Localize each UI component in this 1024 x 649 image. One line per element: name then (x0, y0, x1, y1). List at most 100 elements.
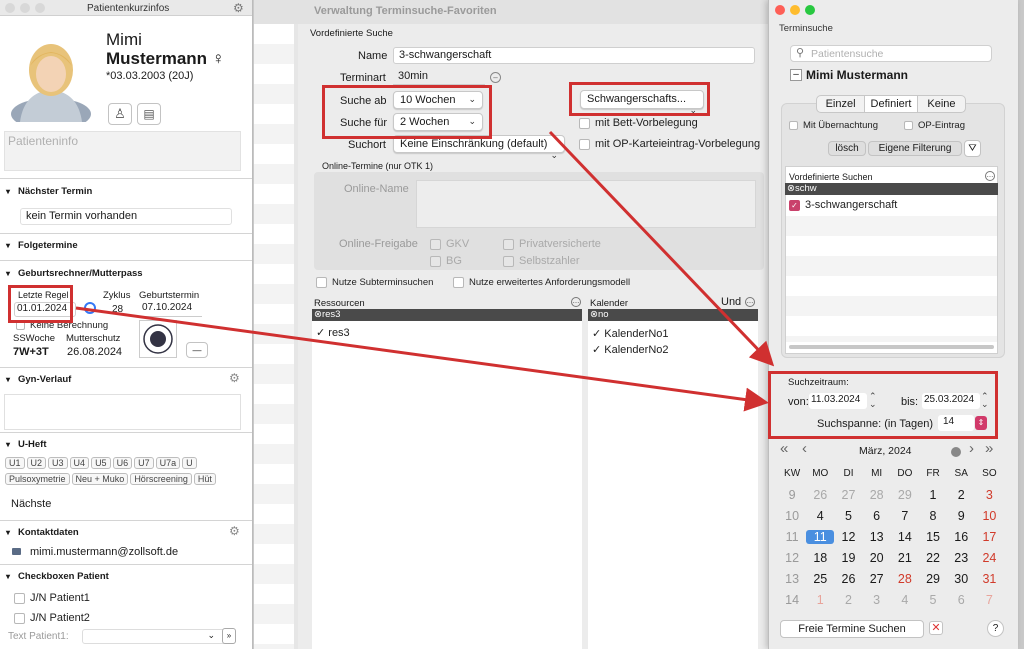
u-heft-pill[interactable]: Pulsoxymetrie (5, 473, 70, 485)
checkmark-icon[interactable]: ✓ (316, 327, 325, 339)
calendar-day[interactable]: 6 (863, 509, 891, 523)
filter-icon[interactable]: ⛛ (964, 140, 981, 157)
calendar-day[interactable]: 19 (834, 551, 862, 565)
prev-month-icon[interactable]: ‹ (802, 440, 807, 457)
checkbox-box[interactable] (430, 255, 441, 267)
tab-einzel[interactable]: Einzel (817, 96, 864, 112)
u-heft-pill[interactable]: U (182, 457, 197, 469)
zoom-icon[interactable] (805, 5, 815, 15)
u-heft-pill[interactable]: U4 (69, 457, 90, 469)
subterminsuchen-checkbox[interactable]: Nutze Subterminsuchen (316, 277, 433, 288)
calendar-day[interactable]: 6 (947, 593, 975, 607)
checkmark-icon[interactable]: ✓ (592, 328, 601, 340)
op-eintrag-checkbox[interactable]: OP-Eintrag (904, 120, 965, 131)
checkbox-box[interactable] (316, 277, 327, 288)
minimize-icon[interactable] (20, 3, 30, 13)
zyklus-value[interactable]: 28 (112, 304, 123, 315)
refresh-icon[interactable] (84, 302, 96, 314)
checkmark-icon[interactable]: ✓ (592, 344, 601, 356)
calendar-day[interactable]: 8 (919, 509, 947, 523)
text-patient1-select[interactable]: ⌄ (82, 629, 236, 644)
section-checkboxen[interactable]: ▾ Checkboxen Patient (0, 571, 252, 582)
minus-button[interactable]: — (186, 342, 208, 358)
disclosure-icon[interactable]: ▾ (6, 440, 10, 449)
vordef-options-icon[interactable]: … (985, 171, 995, 181)
checkbox-checked-icon[interactable]: ✓ (789, 199, 800, 211)
u-heft-pill[interactable]: U3 (48, 457, 68, 469)
calendar-day[interactable]: 3 (863, 593, 891, 607)
kalender-item[interactable]: ✓ KalenderNo2 (592, 343, 669, 356)
jn-patient1-checkbox[interactable]: J/N Patient1 (14, 592, 90, 604)
u-heft-pill[interactable]: U6 (112, 457, 133, 469)
person-button[interactable]: ♙ (108, 103, 132, 125)
calendar-day[interactable]: 13 (863, 530, 891, 544)
section-folgetermine[interactable]: ▾ Folgetermine (0, 240, 252, 251)
calendar-day[interactable]: 22 (919, 551, 947, 565)
today-dot-icon[interactable] (951, 447, 961, 457)
cancel-icon[interactable]: ✕ (929, 621, 943, 635)
clear-filter-icon[interactable]: ⊗ (787, 183, 795, 194)
checkbox-box[interactable] (503, 238, 514, 250)
u-heft-pill[interactable]: Hörscreening (130, 473, 192, 485)
loesch-button[interactable]: lösch (828, 141, 866, 156)
clipboard-button[interactable]: ▤ (137, 103, 161, 125)
close-icon[interactable] (5, 3, 15, 13)
calendar-day[interactable]: 1 (806, 593, 834, 607)
selbstzahler-checkbox[interactable]: Selbstzahler (503, 255, 580, 267)
calendar-day[interactable]: 28 (863, 488, 891, 502)
calendar-day[interactable]: 28 (891, 572, 919, 586)
section-gyn-verlauf[interactable]: ▾ Gyn-Verlauf (0, 374, 252, 385)
checkbox-box[interactable] (579, 117, 590, 129)
calendar-day[interactable]: 20 (863, 551, 891, 565)
calendar-day[interactable]: 29 (891, 488, 919, 502)
u-heft-pill[interactable]: U7 (134, 457, 154, 469)
tab-keine[interactable]: Keine (918, 96, 965, 112)
disclosure-icon[interactable]: ▾ (6, 187, 10, 196)
privat-checkbox[interactable]: Privatversicherte (503, 238, 601, 250)
calendar-day[interactable]: 7 (975, 593, 1003, 607)
disclosure-icon[interactable]: ▾ (6, 269, 10, 278)
checkbox-box[interactable] (503, 255, 514, 267)
ressourcen-item[interactable]: ✓ res3 (316, 326, 350, 339)
online-name-input[interactable] (416, 180, 756, 228)
minimize-icon[interactable] (790, 5, 800, 15)
clear-filter-icon[interactable]: ⊗ (314, 309, 322, 320)
checkbox-box[interactable] (14, 612, 25, 624)
u-heft-pill[interactable]: U7a (155, 457, 181, 469)
section-naechster-termin[interactable]: ▾ Nächster Termin (0, 186, 252, 197)
terminart-info-icon[interactable]: – (490, 72, 501, 83)
scrollbar[interactable] (789, 345, 994, 349)
gear-icon[interactable]: ⚙ (229, 524, 240, 538)
anforderungsmodell-checkbox[interactable]: Nutze erweitertes Anforderungsmodell (453, 277, 630, 288)
calendar-day[interactable]: 31 (975, 572, 1003, 586)
section-kontaktdaten[interactable]: ▾ Kontaktdaten (0, 527, 252, 538)
ressourcen-filter[interactable]: ⊗res3 (312, 309, 582, 321)
ressourcen-options-icon[interactable]: … (571, 297, 581, 307)
section-u-heft[interactable]: ▾ U-Heft (0, 439, 252, 450)
disclosure-icon[interactable]: ▾ (6, 241, 10, 250)
calendar-day[interactable]: 30 (947, 572, 975, 586)
calendar-day[interactable]: 25 (806, 572, 834, 586)
calendar-day[interactable]: 9 (947, 509, 975, 523)
disclosure-icon[interactable]: ▾ (6, 528, 10, 537)
calendar-day[interactable]: 5 (919, 593, 947, 607)
vordef-filter[interactable]: ⊗schw (785, 183, 998, 195)
calendar-day[interactable]: 4 (806, 509, 834, 523)
checkbox-box[interactable] (789, 120, 798, 130)
checkbox-box[interactable] (579, 138, 590, 150)
calendar-day[interactable]: 23 (947, 551, 975, 565)
calendar-day[interactable]: 27 (834, 488, 862, 502)
text-patient1-stepper[interactable]: » (222, 628, 236, 644)
kalender-filter[interactable]: ⊗no (588, 309, 758, 321)
checkbox-box[interactable] (453, 277, 464, 288)
gkv-checkbox[interactable]: GKV (430, 238, 469, 250)
calendar-day[interactable]: 15 (919, 530, 947, 544)
calendar-day[interactable]: 3 (975, 488, 1003, 502)
calendar-day[interactable]: 7 (891, 509, 919, 523)
calendar-day[interactable]: 21 (891, 551, 919, 565)
calendar-day[interactable]: 29 (919, 572, 947, 586)
u-heft-pill[interactable]: Hüt (193, 473, 216, 485)
next-year-icon[interactable]: » (985, 440, 993, 457)
u-heft-pill[interactable]: U5 (91, 457, 111, 469)
calendar-day[interactable]: 12 (834, 530, 862, 544)
